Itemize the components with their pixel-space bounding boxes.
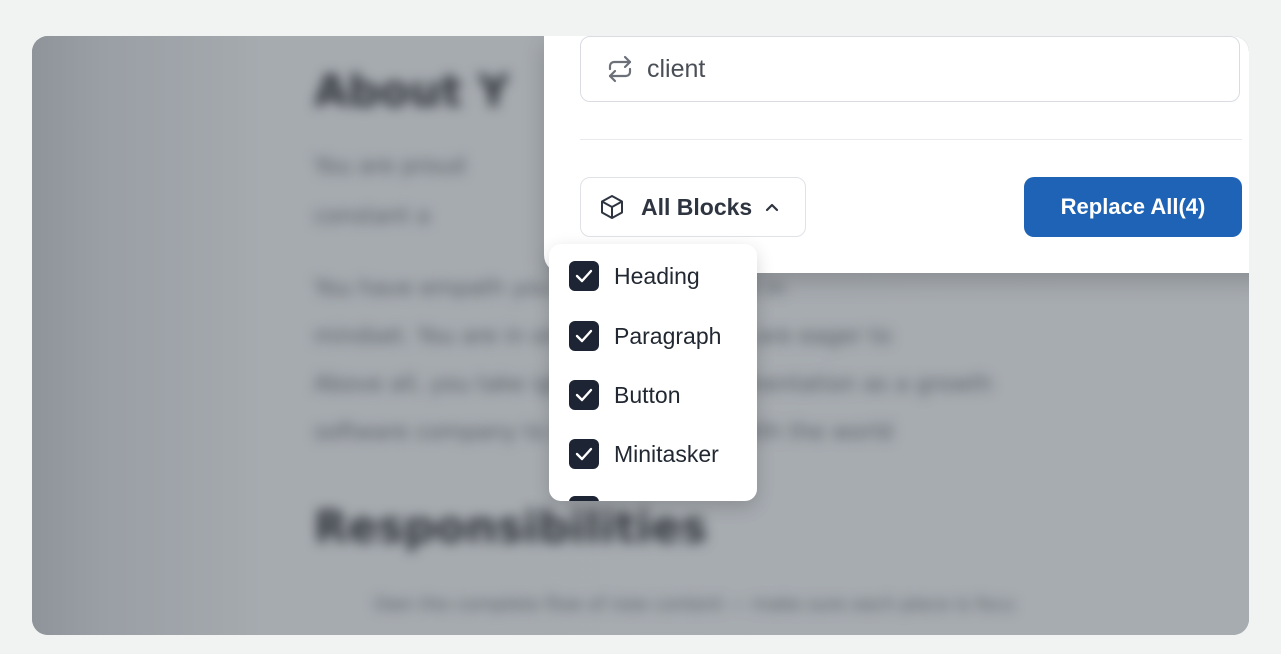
dropdown-item-button[interactable]: Button	[569, 378, 681, 412]
checkbox-checked[interactable]	[569, 380, 599, 410]
block-filter-button[interactable]: All Blocks	[580, 177, 806, 237]
replace-all-button[interactable]: Replace All(4)	[1024, 177, 1242, 237]
document-line: constant a	[314, 204, 431, 229]
document-line: You are proud	[314, 154, 466, 179]
checkbox-checked[interactable]	[569, 439, 599, 469]
block-filter-dropdown: Heading Paragraph Button Minitasker	[549, 244, 757, 501]
dropdown-item-label: Button	[614, 381, 681, 408]
block-filter-label: All Blocks	[641, 193, 753, 220]
document-bullet: Own the complete flow of new content — m…	[374, 594, 1015, 615]
dropdown-item-minitasker[interactable]: Minitasker	[569, 437, 719, 471]
dropdown-item-heading[interactable]: Heading	[569, 259, 700, 293]
chevron-up-icon	[764, 199, 780, 215]
swap-arrows-icon	[603, 52, 637, 86]
find-replace-panel: client All Blocks Replace All(4)	[544, 36, 1249, 273]
replace-input[interactable]: client	[580, 36, 1240, 102]
document-subheading: Responsibilities	[314, 502, 708, 553]
checkbox-checked[interactable]	[569, 496, 599, 501]
dropdown-item-label: Minitasker	[614, 440, 719, 467]
dropdown-item-partial[interactable]	[569, 494, 614, 501]
checkbox-checked[interactable]	[569, 261, 599, 291]
document-heading: About Y	[314, 66, 510, 117]
dropdown-item-label: Heading	[614, 262, 700, 289]
replace-value: client	[647, 54, 706, 83]
divider	[580, 139, 1242, 140]
dropdown-item-label: Paragraph	[614, 322, 722, 349]
app-frame: About Y You are proud constant a You hav…	[32, 36, 1249, 635]
dropdown-item-paragraph[interactable]: Paragraph	[569, 319, 721, 353]
cube-icon	[599, 194, 625, 220]
checkbox-checked[interactable]	[569, 321, 599, 351]
